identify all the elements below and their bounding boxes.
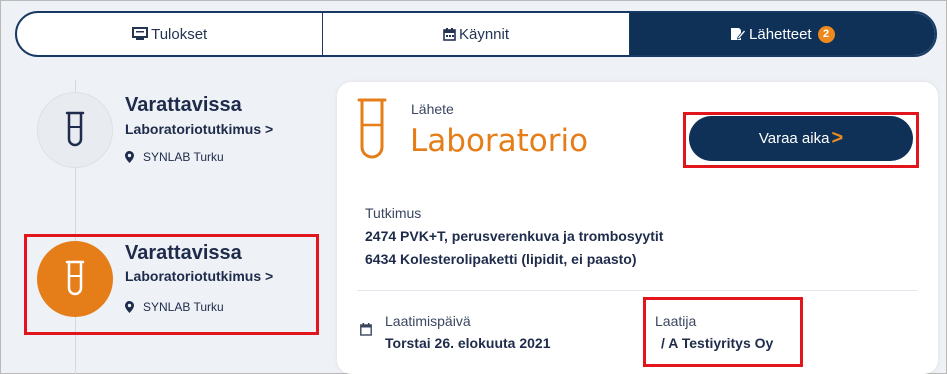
calendar-icon bbox=[443, 27, 456, 41]
list-item-status: Varattavissa bbox=[125, 242, 242, 264]
tab-label: Lähetteet bbox=[749, 25, 812, 43]
book-appointment-label: Varaa aika bbox=[758, 130, 830, 147]
calendar-icon bbox=[360, 323, 372, 336]
created-date-value: Torstai 26. elokuuta 2021 bbox=[385, 335, 551, 351]
count-badge: 2 bbox=[817, 25, 835, 43]
tab-bar: Tulokset Käynnit Lähetteet 2 bbox=[15, 11, 937, 57]
tab-tulokset[interactable]: Tulokset bbox=[17, 13, 324, 55]
location-label: SYNLAB Turku bbox=[143, 150, 224, 164]
referral-kind-label: Lähete bbox=[411, 101, 454, 117]
tab-lahetteet[interactable]: Lähetteet 2 bbox=[629, 13, 935, 55]
list-item-type-label: Laboratoriotutkimus bbox=[125, 121, 262, 137]
tab-label: Tulokset bbox=[151, 25, 208, 43]
author-value: / A Testiyritys Oy bbox=[661, 335, 774, 351]
list-item-location: SYNLAB Turku bbox=[125, 300, 224, 314]
test-item: 6434 Kolesterolipaketti (lipidit, ei paa… bbox=[365, 251, 637, 267]
divider bbox=[357, 290, 917, 291]
list-item-icon-circle-selected bbox=[37, 241, 113, 317]
tests-label: Tutkimus bbox=[365, 205, 422, 221]
map-pin-icon bbox=[125, 151, 134, 163]
location-label: SYNLAB Turku bbox=[143, 300, 224, 314]
test-tube-icon bbox=[357, 98, 387, 159]
map-pin-icon bbox=[125, 301, 134, 313]
created-date-label: Laatimispäivä bbox=[385, 313, 471, 329]
list-item-type[interactable]: Laboratoriotutkimus > bbox=[125, 268, 273, 284]
list-item-location: SYNLAB Turku bbox=[125, 150, 224, 164]
chevron-right-icon: > bbox=[265, 268, 274, 284]
tab-label: Käynnit bbox=[458, 25, 510, 43]
list-item-status: Varattavissa bbox=[125, 94, 242, 116]
referral-title: Laboratorio bbox=[410, 123, 589, 159]
tab-kaynnit[interactable]: Käynnit bbox=[323, 13, 630, 55]
author-label: Laatija bbox=[655, 313, 697, 329]
test-item: 2474 PVK+T, perusverenkuva ja trombosyyt… bbox=[365, 228, 664, 244]
test-tube-icon bbox=[65, 111, 85, 147]
list-item-type[interactable]: Laboratoriotutkimus > bbox=[125, 121, 273, 137]
list-item-type-label: Laboratoriotutkimus bbox=[125, 268, 262, 284]
chevron-right-icon: > bbox=[265, 121, 274, 137]
test-tube-icon bbox=[65, 260, 85, 296]
monitor-icon bbox=[132, 27, 149, 40]
list-item-icon-circle bbox=[37, 92, 113, 168]
book-appointment-button[interactable]: Varaa aika > bbox=[689, 116, 913, 161]
chevron-right-icon: > bbox=[831, 127, 844, 149]
document-pen-icon bbox=[731, 28, 747, 40]
